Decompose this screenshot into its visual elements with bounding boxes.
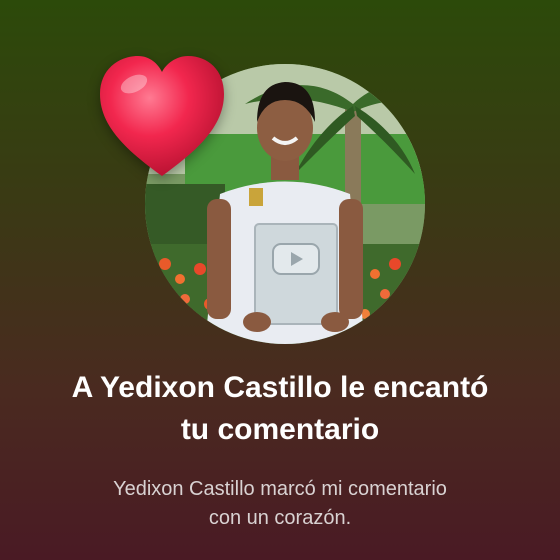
notification-subtext-line-2: con un corazón. [208,507,352,529]
notification-title-line-1: A Yedixon Castillo le encantó [71,371,489,404]
notification-subtext: Yedixon Castillo marcó mi comentario con… [0,475,560,533]
heart-notification-card: A Yedixon Castillo le encantó tu comenta… [0,0,560,560]
notification-title-line-2: tu comentario [180,413,380,446]
notification-subtext-line-1: Yedixon Castillo marcó mi comentario [113,478,447,500]
notification-title: A Yedixon Castillo le encantó tu comenta… [0,367,560,451]
heart-icon [100,56,224,176]
